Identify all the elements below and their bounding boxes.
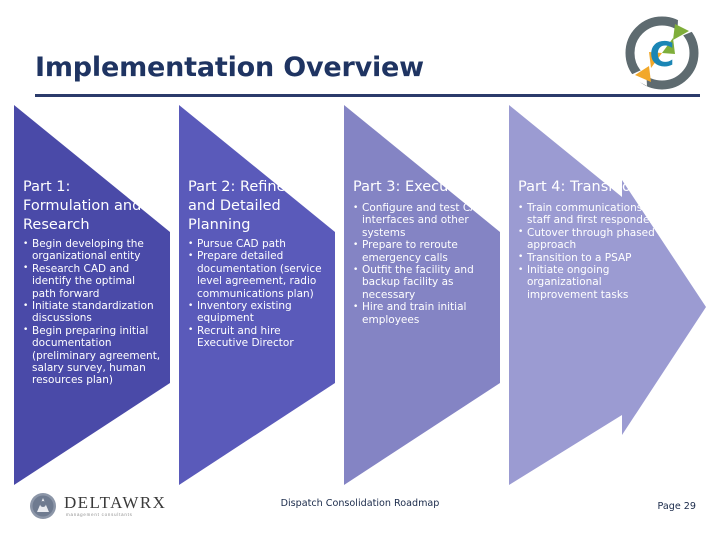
list-item: Research CAD and identify the optimal pa… [23,262,161,300]
phase-4-task-list: Train communications staff and first res… [518,202,662,301]
svg-text:C: C [650,35,675,75]
list-item: Hire and train initial employees [353,301,491,326]
phase-chevron-3[interactable]: Part 3: Execution Configure and test CAD… [344,100,500,490]
list-item: Prepare to reroute emergency calls [353,239,491,264]
phase-chevron-2[interactable]: Part 2: Refinement and Detailed Planning… [179,100,335,490]
phase-chevron-4-content: Part 4: Transition Train communications … [509,100,706,490]
phase-chevron-4[interactable]: Part 4: Transition Train communications … [509,100,706,490]
implementation-phases-band: Part 1: Formulation and Research Begin d… [0,100,720,490]
title-block: Implementation Overview [35,52,635,96]
list-item: Cutover through phased approach [518,226,662,252]
phase-chevron-3-content: Part 3: Execution Configure and test CAD… [344,100,500,490]
list-item: Outfit the facility and backup facility … [353,264,491,301]
list-item: Recruit and hire Executive Director [188,324,326,350]
phase-chevron-1[interactable]: Part 1: Formulation and Research Begin d… [14,100,170,490]
phase-2-task-list: Pursue CAD path Prepare detailed documen… [188,237,326,350]
phase-chevron-2-content: Part 2: Refinement and Detailed Planning… [179,100,335,490]
phase-3-heading: Part 3: Execution [353,179,477,195]
list-item: Begin preparing initial documentation (p… [23,324,161,387]
list-item: Inventory existing equipment [188,300,326,325]
list-item: Initiate standardization discussions [23,300,161,325]
title-underline-rule [35,94,700,97]
phase-1-task-list: Begin developing the organizational enti… [23,238,161,387]
phase-chevron-1-content: Part 1: Formulation and Research Begin d… [14,100,170,490]
circular-c-logo: C [618,14,706,92]
list-item: Prepare detailed documentation (service … [188,250,326,300]
phase-2-heading: Part 2: Refinement and Detailed Planning [188,179,324,233]
list-item: Train communications staff and first res… [518,202,662,227]
list-item: Configure and test CAD, interfaces and o… [353,201,491,239]
slide-canvas: Implementation Overview C Part 1: Formul… [0,0,720,540]
phase-4-heading: Part 4: Transition [518,179,641,195]
deltawrx-tagline: management consultants [66,512,133,517]
list-item: Pursue CAD path [188,237,326,250]
page-title: Implementation Overview [35,52,424,83]
list-item: Begin developing the organizational enti… [23,238,161,263]
list-item: Initiate ongoing organizational improvem… [518,264,662,301]
footer-page-number: Page 29 [657,501,696,512]
phase-1-heading: Part 1: Formulation and Research [23,179,142,233]
list-item: Transition to a PSAP [518,251,662,264]
phase-3-task-list: Configure and test CAD, interfaces and o… [353,201,491,326]
footer-document-title: Dispatch Consolidation Roadmap [280,498,440,509]
